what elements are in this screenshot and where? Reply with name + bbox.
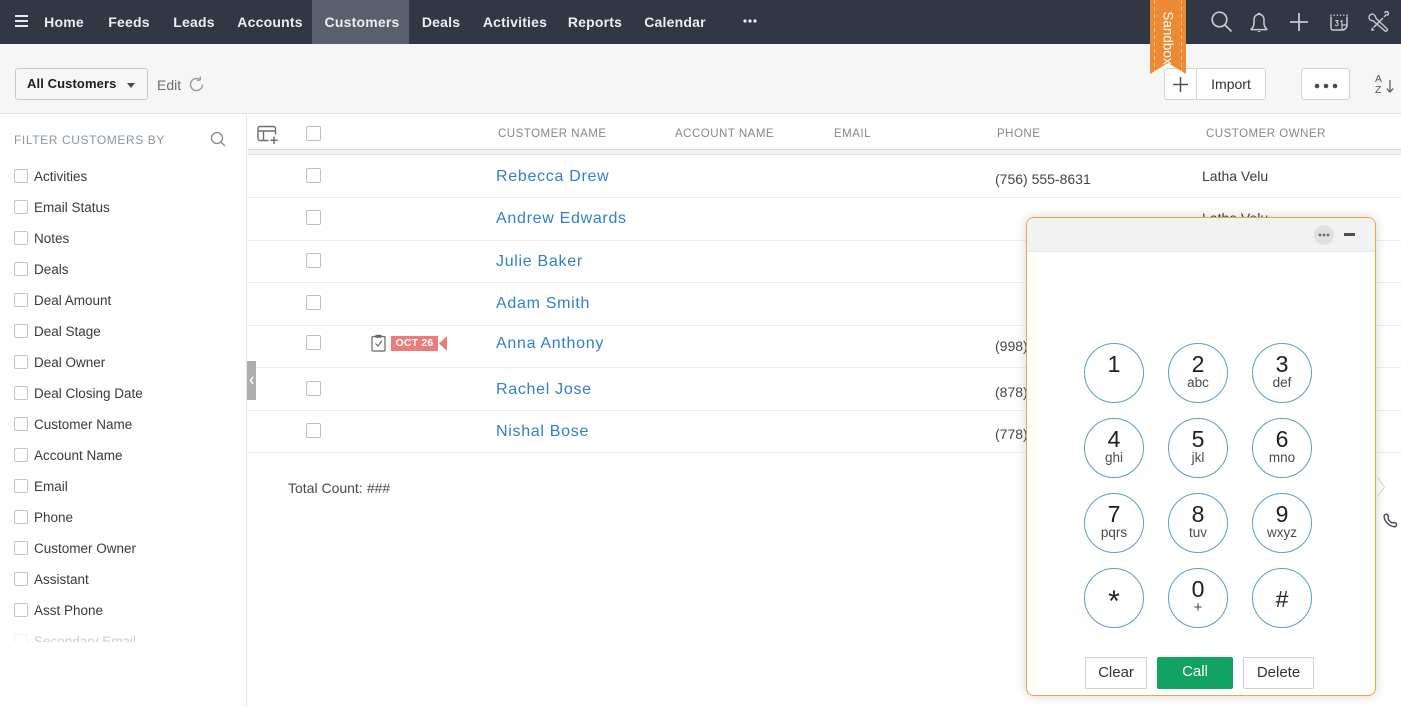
svg-text:Sandbox: Sandbox — [1161, 11, 1176, 65]
